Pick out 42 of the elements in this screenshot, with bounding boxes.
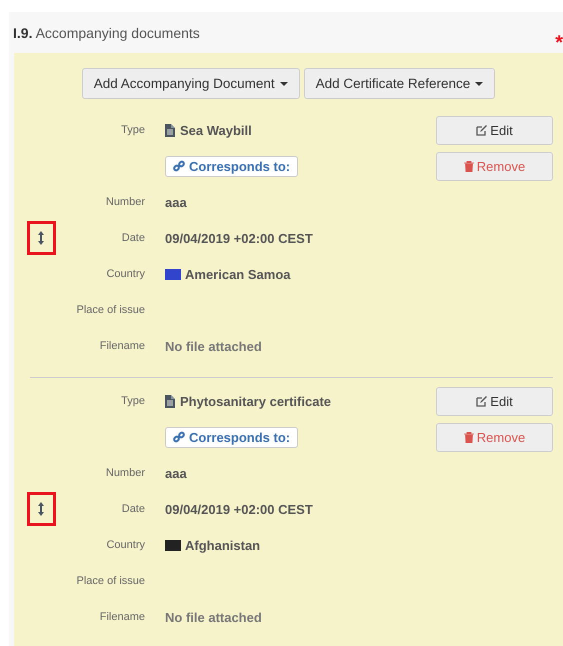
- edit-icon: [476, 124, 488, 136]
- trash-icon: [464, 432, 474, 442]
- document-icon: [165, 124, 175, 136]
- field-label: Filename: [100, 340, 145, 352]
- up-down-arrow-icon[interactable]: [38, 231, 44, 245]
- document-icon: [165, 394, 175, 408]
- caret-icon: [475, 82, 484, 86]
- country-name: Afghanistan: [185, 538, 260, 552]
- corresponds-to-button[interactable]: Corresponds to:: [165, 426, 298, 448]
- caret-icon: [280, 82, 288, 86]
- field-label: Number: [106, 467, 145, 479]
- trash-icon: [464, 160, 474, 172]
- up-down-arrow-icon[interactable]: [38, 502, 44, 516]
- field-label: Type: [121, 124, 145, 136]
- corresponds-to-button[interactable]: Corresponds to:: [165, 156, 298, 176]
- add-dropdown-button[interactable]: Add Certificate Reference: [304, 68, 496, 99]
- link-icon: [173, 431, 185, 443]
- edit-button[interactable]: Edit: [436, 386, 553, 416]
- field-value: 09/04/2019 +02:00 CEST: [165, 502, 314, 516]
- field-value: 09/04/2019 +02:00 CEST: [165, 230, 314, 246]
- add-dropdown-button[interactable]: Add Accompanying Document: [82, 68, 300, 99]
- field-label: Filename: [100, 611, 145, 623]
- document-type: Sea Waybill: [180, 122, 252, 138]
- field-label: Country: [106, 539, 145, 551]
- field-value: aaa: [165, 194, 188, 210]
- document-type: Phytosanitary certificate: [180, 394, 332, 408]
- field-label: Date: [122, 232, 145, 244]
- field-label: Date: [122, 503, 145, 515]
- field-label: Type: [121, 395, 145, 407]
- section-title: I.9. Accompanying documents: [13, 24, 200, 40]
- field-label: Place of issue: [76, 304, 145, 316]
- required-mark: *: [555, 33, 563, 53]
- field-label: Country: [106, 268, 145, 280]
- field-value: No file attached: [165, 610, 263, 624]
- edit-button[interactable]: Edit: [436, 116, 553, 144]
- country-name: American Samoa: [185, 266, 290, 282]
- field-value: No file attached: [165, 338, 263, 354]
- edit-icon: [476, 396, 488, 406]
- field-label: Place of issue: [76, 575, 145, 587]
- link-icon: [173, 160, 185, 172]
- field-label: Number: [106, 196, 145, 208]
- field-value: aaa: [165, 466, 188, 480]
